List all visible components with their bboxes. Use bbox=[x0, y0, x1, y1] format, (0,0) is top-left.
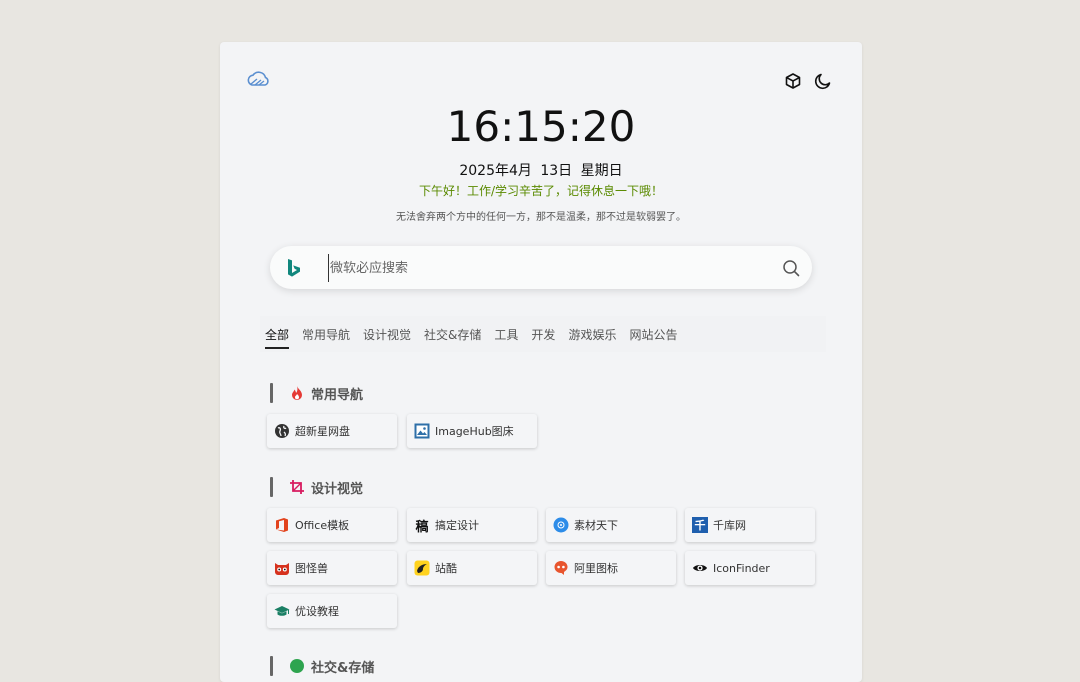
link-card[interactable]: 图怪兽 bbox=[267, 551, 397, 585]
social-icon bbox=[290, 659, 304, 673]
link-card[interactable]: 阿里图标 bbox=[546, 551, 676, 585]
link-label: 搞定设计 bbox=[435, 519, 479, 532]
quote-text: 无法舍弃两个方中的任何一方，那不是温柔，那不过是软弱罢了。 bbox=[396, 212, 686, 223]
link-label: 千库网 bbox=[713, 519, 746, 532]
clock-time: 16:15:20 bbox=[446, 102, 636, 151]
section-title-social: 社交&存储 bbox=[270, 656, 374, 676]
section-label: 社交&存储 bbox=[311, 660, 375, 676]
greeting-text: 下午好！工作/学习辛苦了，记得休息一下哦！ bbox=[418, 184, 664, 198]
link-label: Office模板 bbox=[295, 519, 350, 532]
category-tabs: 全部 常用导航 设计视觉 社交&存储 工具 开发 游戏娱乐 网站公告 bbox=[260, 316, 826, 352]
link-card[interactable]: 千 千库网 bbox=[685, 508, 815, 542]
tab-all[interactable]: 全部 bbox=[265, 316, 290, 352]
tab-common-nav[interactable]: 常用导航 bbox=[302, 316, 350, 352]
gaoding-icon: 稿 bbox=[415, 519, 429, 535]
section-title-common: 常用导航 bbox=[270, 383, 363, 403]
link-label: 优设教程 bbox=[295, 605, 339, 618]
link-card[interactable]: 站酷 bbox=[407, 551, 537, 585]
globe-icon bbox=[274, 423, 290, 439]
search-icon[interactable] bbox=[782, 259, 800, 277]
section-label: 设计视觉 bbox=[311, 481, 364, 497]
link-card[interactable]: IconFinder bbox=[685, 551, 815, 585]
sucai-icon bbox=[553, 517, 569, 533]
iconfont-icon bbox=[553, 560, 569, 576]
section-title-design: 设计视觉 bbox=[270, 477, 363, 497]
cube-icon[interactable] bbox=[784, 72, 802, 90]
monster-icon bbox=[274, 560, 290, 576]
link-label: IconFinder bbox=[713, 561, 770, 575]
graduation-cap-icon bbox=[274, 603, 290, 619]
date-text: 2025年4月 13日 星期日 bbox=[459, 163, 623, 179]
tab-design[interactable]: 设计视觉 bbox=[363, 316, 411, 352]
zcool-icon bbox=[414, 560, 430, 576]
section-bar bbox=[270, 477, 273, 497]
moon-icon[interactable] bbox=[814, 72, 832, 90]
link-card[interactable]: 超新星网盘 bbox=[267, 414, 397, 448]
link-card[interactable]: ImageHub图床 bbox=[407, 414, 537, 448]
tab-social-storage[interactable]: 社交&存储 bbox=[424, 316, 481, 352]
search-bar bbox=[270, 246, 812, 289]
tab-games[interactable]: 游戏娱乐 bbox=[568, 316, 616, 352]
section-label: 常用导航 bbox=[311, 387, 364, 403]
section-bar bbox=[270, 383, 273, 403]
qianku-icon: 千 bbox=[692, 517, 708, 533]
link-card[interactable]: 素材天下 bbox=[546, 508, 676, 542]
link-card[interactable]: 优设教程 bbox=[267, 594, 397, 628]
tab-announcements[interactable]: 网站公告 bbox=[629, 316, 677, 352]
link-label: 站酷 bbox=[435, 562, 457, 575]
tab-tools[interactable]: 工具 bbox=[494, 316, 518, 352]
link-label: 素材天下 bbox=[574, 519, 618, 532]
office-icon bbox=[274, 517, 290, 533]
search-input[interactable] bbox=[328, 254, 768, 282]
section-bar bbox=[270, 656, 273, 676]
crop-icon bbox=[290, 480, 304, 494]
bing-icon[interactable] bbox=[286, 258, 302, 278]
nav-panel: 16:15:20 2025年4月 13日 星期日 下午好！工作/学习辛苦了，记得… bbox=[220, 42, 862, 682]
link-card[interactable]: 稿 搞定设计 bbox=[407, 508, 537, 542]
tab-dev[interactable]: 开发 bbox=[531, 316, 555, 352]
link-label: 图怪兽 bbox=[295, 562, 328, 575]
image-icon bbox=[414, 423, 430, 439]
link-label: 超新星网盘 bbox=[295, 425, 350, 438]
eye-icon bbox=[692, 560, 708, 576]
link-card[interactable]: Office模板 bbox=[267, 508, 397, 542]
link-label: ImageHub图床 bbox=[435, 425, 514, 438]
fire-icon bbox=[292, 386, 302, 400]
cloud-logo-icon[interactable] bbox=[245, 70, 271, 90]
link-label: 阿里图标 bbox=[574, 562, 618, 575]
